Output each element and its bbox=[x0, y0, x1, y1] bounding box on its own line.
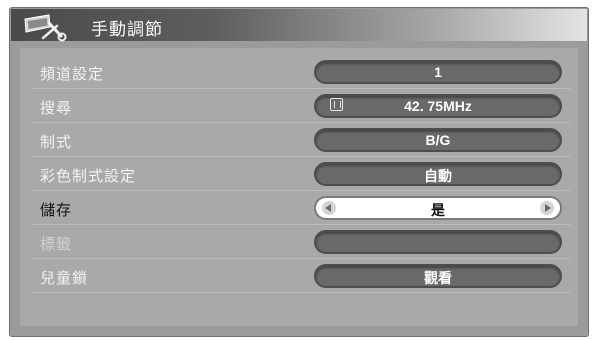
value-selector[interactable]: 是 bbox=[314, 196, 562, 220]
value-pill[interactable]: B/G bbox=[314, 128, 562, 152]
menu-row-system[interactable]: 制式 B/G bbox=[32, 123, 570, 157]
title-bar: 手動調節 bbox=[11, 9, 587, 42]
value-pill[interactable]: 1 bbox=[314, 60, 562, 84]
menu-label: 儲存 bbox=[40, 201, 73, 219]
menu-row-label[interactable]: 標籤 bbox=[32, 225, 570, 259]
window-title: 手動調節 bbox=[91, 20, 163, 40]
value-pill[interactable] bbox=[314, 230, 562, 254]
value-text: B/G bbox=[425, 132, 451, 148]
value-pill[interactable]: 42. 75MHz bbox=[314, 94, 562, 118]
wrench-screwdriver-icon bbox=[24, 14, 67, 42]
menu-row-channel[interactable]: 頻道設定 1 bbox=[32, 55, 570, 89]
value-text: 是 bbox=[431, 202, 445, 218]
osd-panel: 手動調節 頻道設定 1 搜尋 42. 75MHz 制式 B/G 彩色制式設定 自… bbox=[9, 7, 589, 337]
menu-row-color-system[interactable]: 彩色制式設定 自動 bbox=[32, 157, 570, 191]
menu-row-store[interactable]: 儲存 是 bbox=[32, 191, 570, 225]
value-text: 42. 75MHz bbox=[404, 98, 472, 114]
menu-label: 標籤 bbox=[40, 235, 73, 253]
menu-label: 搜尋 bbox=[40, 99, 73, 117]
row-divider bbox=[32, 292, 570, 293]
menu-label: 彩色制式設定 bbox=[40, 167, 137, 185]
right-arrow-icon[interactable] bbox=[540, 201, 554, 215]
menu-list: 頻道設定 1 搜尋 42. 75MHz 制式 B/G 彩色制式設定 自動 儲存 … bbox=[20, 48, 578, 326]
menu-label: 頻道設定 bbox=[40, 65, 105, 83]
value-pill[interactable]: 觀看 bbox=[314, 264, 562, 288]
value-text: 觀看 bbox=[424, 270, 452, 286]
menu-label: 兒童鎖 bbox=[40, 269, 89, 287]
value-text: 1 bbox=[434, 64, 442, 80]
value-text: 自動 bbox=[424, 168, 452, 184]
value-pill[interactable]: 自動 bbox=[314, 162, 562, 186]
menu-row-search[interactable]: 搜尋 42. 75MHz bbox=[32, 89, 570, 123]
menu-row-child-lock[interactable]: 兒童鎖 觀看 bbox=[32, 259, 570, 293]
menu-label: 制式 bbox=[40, 133, 73, 151]
